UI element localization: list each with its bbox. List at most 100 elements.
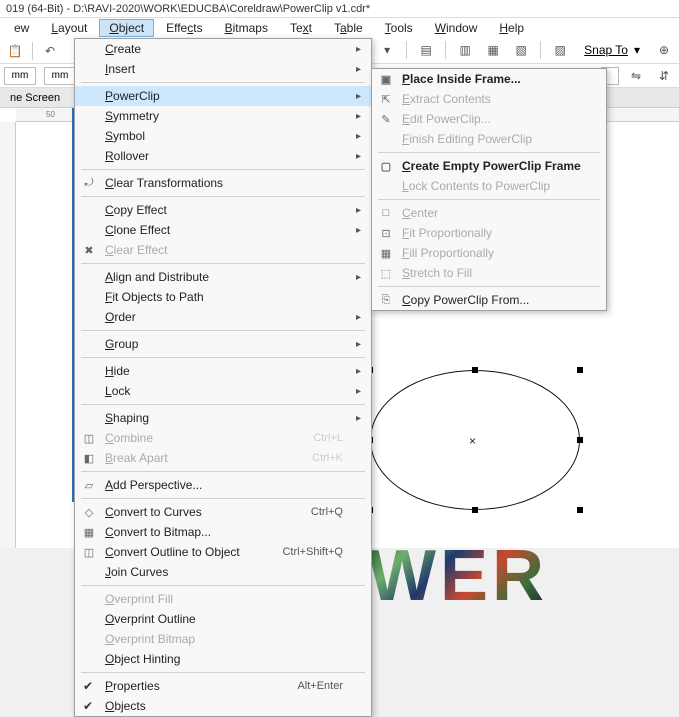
menu-item-label: Insert xyxy=(105,62,135,76)
handle-bottom-mid[interactable] xyxy=(472,507,478,513)
object-menu-item[interactable]: Symbol▸ xyxy=(75,126,371,146)
menu-window[interactable]: Window xyxy=(425,19,488,37)
tb-icon-4[interactable]: ▧ xyxy=(510,39,532,61)
object-menu-item[interactable]: ◫Convert Outline to ObjectCtrl+Shift+Q xyxy=(75,542,371,562)
object-menu-item[interactable]: Insert▸ xyxy=(75,59,371,79)
object-menu-item[interactable]: ⤾Clear Transformations xyxy=(75,173,371,193)
submenu-arrow-icon: ▸ xyxy=(356,205,361,216)
ruler-vertical xyxy=(0,122,16,548)
object-menu-item[interactable]: Symmetry▸ xyxy=(75,106,371,126)
object-menu-item[interactable]: Object Hinting xyxy=(75,649,371,669)
menu-item-label: Properties xyxy=(105,679,160,693)
powerclip-submenu: ▣Place Inside Frame...⇱Extract Contents✎… xyxy=(371,68,607,311)
menu-item-label: Create xyxy=(105,42,141,56)
object-menu-item[interactable]: ✔Objects xyxy=(75,696,371,716)
object-menu-item[interactable]: Order▸ xyxy=(75,307,371,327)
menu-view[interactable]: ew xyxy=(4,19,39,37)
object-menu-item[interactable]: ◇Convert to CurvesCtrl+Q xyxy=(75,502,371,522)
object-menu-item[interactable]: Hide▸ xyxy=(75,361,371,381)
powerclip-submenu-item[interactable]: ⎘Copy PowerClip From... xyxy=(372,290,606,310)
powerclip-text[interactable]: WER xyxy=(368,540,548,612)
powerclip-submenu-item: ⇱Extract Contents xyxy=(372,89,606,109)
ruler-tick: 50 xyxy=(46,110,55,119)
tb-icon-1[interactable]: ▤ xyxy=(415,39,437,61)
tb-icon-2[interactable]: ▥ xyxy=(454,39,476,61)
powerclip-submenu-item[interactable]: ▢Create Empty PowerClip Frame xyxy=(372,156,606,176)
tab-screen[interactable]: ne Screen xyxy=(6,92,64,104)
menu-object[interactable]: Object xyxy=(99,19,154,37)
menu-item-label: Symmetry xyxy=(105,109,159,123)
object-menu-item[interactable]: Group▸ xyxy=(75,334,371,354)
menu-item-label: Copy Effect xyxy=(105,203,167,217)
menu-text[interactable]: Text xyxy=(280,19,322,37)
object-menu-item[interactable]: Clone Effect▸ xyxy=(75,220,371,240)
object-menu-item: ◧ Break Apart Ctrl+K xyxy=(75,448,371,468)
menu-bitmaps[interactable]: Bitmaps xyxy=(215,19,278,37)
object-menu-item[interactable]: ▦Convert to Bitmap... xyxy=(75,522,371,542)
tb-icon-6[interactable]: ⊕ xyxy=(653,39,675,61)
submenu-arrow-icon: ▸ xyxy=(356,312,361,323)
object-menu-item[interactable]: Shaping▸ xyxy=(75,408,371,428)
menu-layout[interactable]: Layout xyxy=(41,19,97,37)
menu-item-icon: ◫ xyxy=(81,544,97,560)
powerclip-submenu-item[interactable]: ▣Place Inside Frame... xyxy=(372,69,606,89)
menu-item-label: Add Perspective... xyxy=(105,478,202,492)
menu-table[interactable]: Table xyxy=(324,19,373,37)
menu-item-icon: ▱ xyxy=(81,477,97,493)
center-mark: × xyxy=(469,434,476,448)
menu-item-icon: ◧ xyxy=(81,450,97,466)
menu-item-icon: ◫ xyxy=(81,430,97,446)
powerclip-submenu-item: ✎Edit PowerClip... xyxy=(372,109,606,129)
submenu-arrow-icon: ▸ xyxy=(356,386,361,397)
handle-top-mid[interactable] xyxy=(472,367,478,373)
mirror-v-icon[interactable]: ⇵ xyxy=(653,65,675,87)
object-menu-item[interactable]: PowerClip▸ xyxy=(75,86,371,106)
menu-item-label: Fit Objects to Path xyxy=(105,290,204,304)
submenu-item-icon: ▣ xyxy=(378,71,394,87)
menu-item-label: Break Apart xyxy=(105,451,168,465)
object-menu-item[interactable]: Copy Effect ▸ xyxy=(75,200,371,220)
dropdown-icon[interactable]: ▾ xyxy=(376,39,398,61)
object-menu-item[interactable]: Align and Distribute▸ xyxy=(75,267,371,287)
submenu-item-label: Fit Proportionally xyxy=(402,226,492,240)
submenu-item-icon: □ xyxy=(378,205,394,221)
snap-to-button[interactable]: Snap To ▾ xyxy=(577,42,647,58)
menu-item-shortcut: Ctrl+Shift+Q xyxy=(282,546,343,558)
handle-mid-right[interactable] xyxy=(577,437,583,443)
unit-box-2[interactable]: mm xyxy=(44,67,76,85)
powerclip-submenu-item: ⊡Fit Proportionally xyxy=(372,223,606,243)
menu-effects[interactable]: Effects xyxy=(156,19,212,37)
menu-item-shortcut: Ctrl+K xyxy=(312,452,343,464)
object-menu-item[interactable]: ▱ Add Perspective... xyxy=(75,475,371,495)
submenu-item-icon: ⬚ xyxy=(378,265,394,281)
object-menu-item[interactable]: Rollover▸ xyxy=(75,146,371,166)
submenu-item-label: Stretch to Fill xyxy=(402,266,472,280)
menu-help[interactable]: Help xyxy=(489,19,534,37)
menu-tools[interactable]: Tools xyxy=(375,19,423,37)
object-menu-dropdown: Create▸Insert▸PowerClip▸Symmetry▸Symbol▸… xyxy=(74,38,372,717)
menu-item-label: Objects xyxy=(105,699,146,713)
submenu-item-icon: ✎ xyxy=(378,111,394,127)
handle-top-right[interactable] xyxy=(577,367,583,373)
paste-icon[interactable]: 📋 xyxy=(4,40,26,62)
selected-ellipse[interactable]: × xyxy=(370,370,580,510)
object-menu-item[interactable]: Fit Objects to Path xyxy=(75,287,371,307)
object-menu-item[interactable]: Lock▸ xyxy=(75,381,371,401)
handle-bottom-right[interactable] xyxy=(577,507,583,513)
object-menu-item[interactable]: Overprint Outline xyxy=(75,609,371,629)
tb-icon-3[interactable]: ▦ xyxy=(482,39,504,61)
tb-icon-5[interactable]: ▨ xyxy=(549,39,571,61)
object-menu-item[interactable]: Create▸ xyxy=(75,39,371,59)
submenu-item-icon: ⇱ xyxy=(378,91,394,107)
object-menu-item[interactable]: Join Curves xyxy=(75,562,371,582)
submenu-arrow-icon: ▸ xyxy=(356,225,361,236)
submenu-item-label: Copy PowerClip From... xyxy=(402,293,529,307)
submenu-item-label: Lock Contents to PowerClip xyxy=(402,179,550,193)
object-menu-item[interactable]: ✔PropertiesAlt+Enter xyxy=(75,676,371,696)
mirror-h-icon[interactable]: ⇋ xyxy=(625,65,647,87)
undo-icon[interactable]: ↶ xyxy=(39,40,61,62)
object-menu-item: Overprint Bitmap xyxy=(75,629,371,649)
submenu-item-icon: ▢ xyxy=(378,158,394,174)
menu-item-label: PowerClip xyxy=(105,89,160,103)
unit-box-1[interactable]: mm xyxy=(4,67,36,85)
